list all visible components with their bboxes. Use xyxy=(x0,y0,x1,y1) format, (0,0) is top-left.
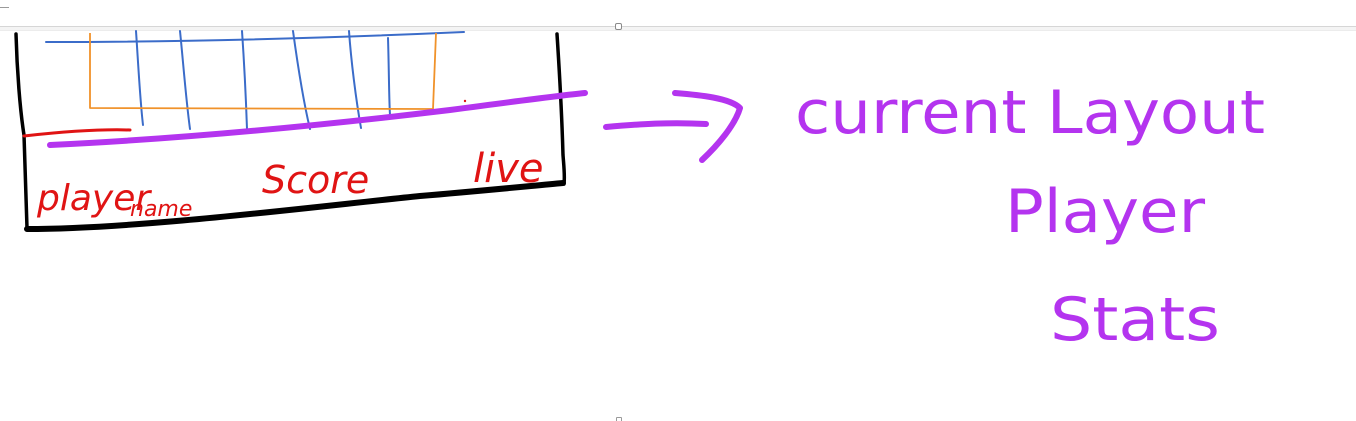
arrow-icon xyxy=(603,90,743,163)
sketch-drawing: player name Score live current Layout Pl… xyxy=(14,30,1265,355)
divider-line xyxy=(47,90,588,148)
name-label: name xyxy=(130,197,192,222)
note-stats: Stats xyxy=(1050,285,1220,355)
whiteboard-canvas[interactable]: player name Score live current Layout Pl… xyxy=(0,0,1356,421)
note-player: Player xyxy=(1005,177,1205,247)
playfield-box xyxy=(89,32,437,110)
live-label: live xyxy=(473,146,544,192)
score-label: Score xyxy=(262,158,369,202)
note-current-layout: current Layout xyxy=(795,78,1265,148)
